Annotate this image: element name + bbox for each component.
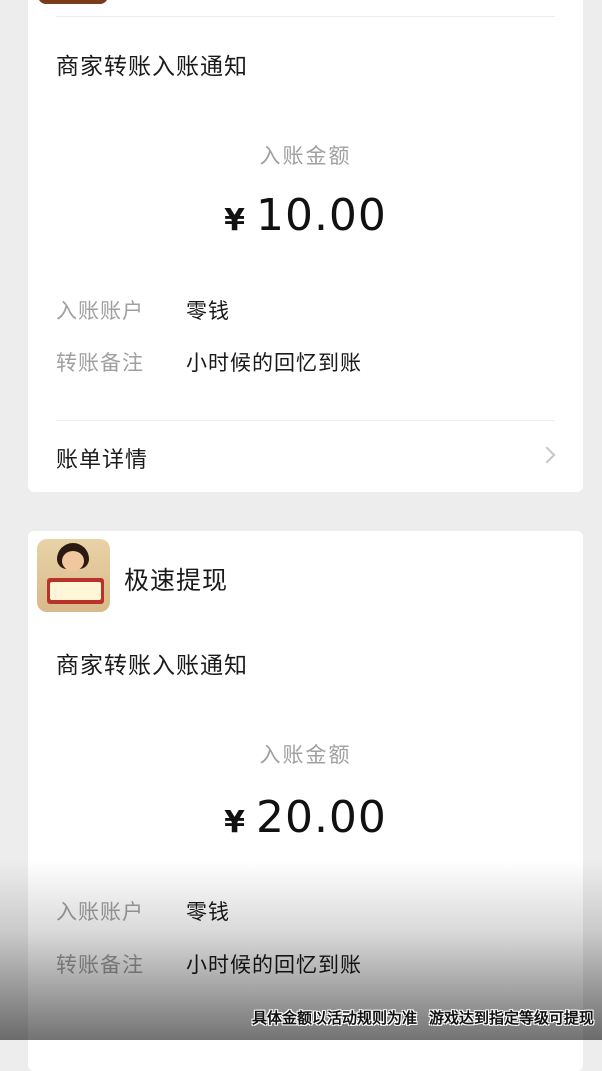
app-avatar-icon[interactable] xyxy=(38,0,108,4)
caption-left: 具体金额以活动规则为准 xyxy=(251,1009,417,1027)
amount-value: ¥20.00 xyxy=(28,792,583,843)
currency-symbol: ¥ xyxy=(224,203,246,238)
chevron-right-icon xyxy=(538,446,556,464)
divider xyxy=(56,16,555,17)
notice-title: 商家转账入账通知 xyxy=(56,653,248,679)
transfer-notice-card-2[interactable]: 极速提现 商家转账入账通知 入账金额 ¥20.00 入账账户 零钱 转账备注 小… xyxy=(28,531,583,1071)
account-value: 零钱 xyxy=(186,900,230,924)
amount-number: 10.00 xyxy=(255,190,387,241)
amount-label: 入账金额 xyxy=(259,743,352,767)
remark-value: 小时候的回忆到账 xyxy=(186,953,362,977)
account-label: 入账账户 xyxy=(56,900,144,924)
bill-detail-link[interactable]: 账单详情 xyxy=(28,421,583,492)
amount-label: 入账金额 xyxy=(259,144,352,168)
card-header[interactable]: 极速提现 xyxy=(28,531,583,612)
bill-detail-label: 账单详情 xyxy=(56,448,149,473)
app-avatar-icon[interactable] xyxy=(37,539,110,612)
account-label: 入账账户 xyxy=(56,299,144,323)
disclaimer-caption: 具体金额以活动规则为准 游戏达到指定等级可提现 xyxy=(252,1007,594,1028)
remark-label: 转账备注 xyxy=(56,351,144,375)
transfer-notice-card-1[interactable]: 商家转账入账通知 入账金额 ¥10.00 入账账户 零钱 转账备注 小时候的回忆… xyxy=(28,0,583,492)
caption-right: 游戏达到指定等级可提现 xyxy=(428,1009,594,1027)
account-value: 零钱 xyxy=(186,299,230,323)
currency-symbol: ¥ xyxy=(224,805,246,840)
amount-value: ¥10.00 xyxy=(28,190,583,241)
remark-label: 转账备注 xyxy=(56,953,144,977)
amount-number: 20.00 xyxy=(255,792,387,843)
app-name[interactable]: 极速提现 xyxy=(124,561,228,597)
notice-title: 商家转账入账通知 xyxy=(56,54,248,80)
remark-value: 小时候的回忆到账 xyxy=(186,351,362,375)
